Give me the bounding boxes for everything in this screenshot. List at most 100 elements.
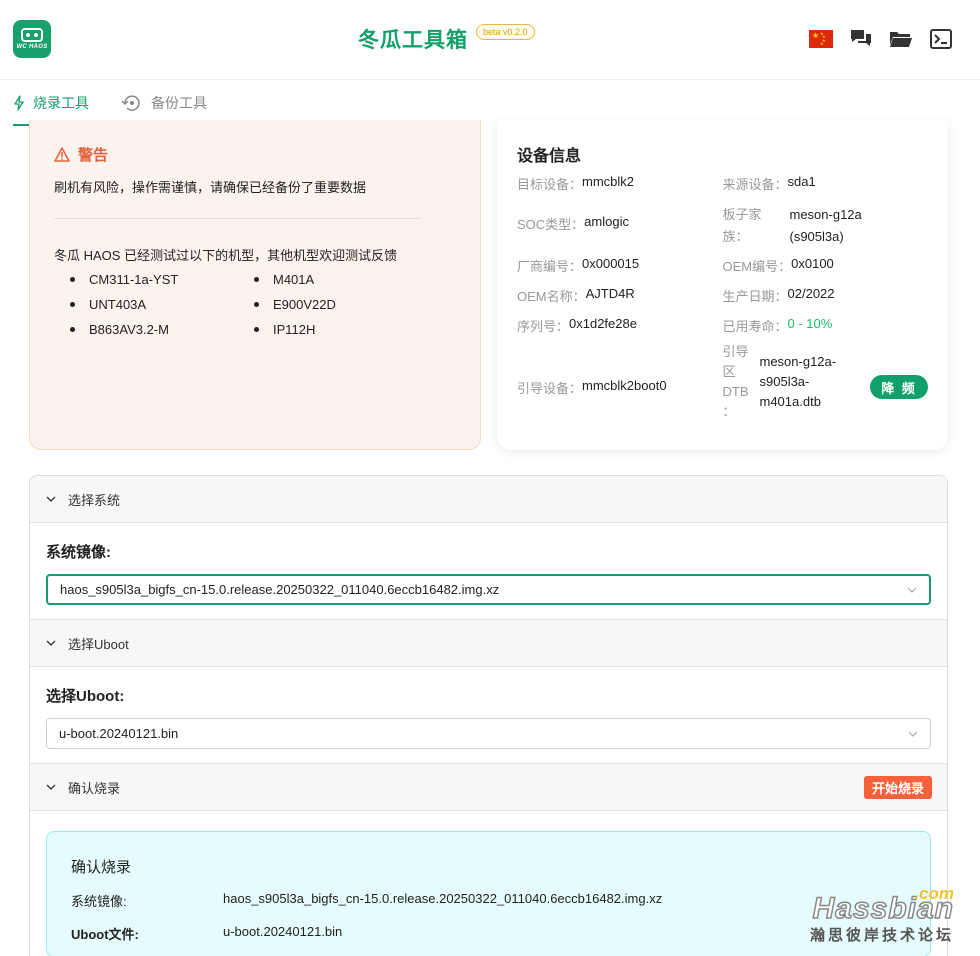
board-label: 族：: [722, 229, 749, 244]
select-value: u-boot.20240121.bin: [59, 726, 179, 741]
life-value: 0 - 10%: [787, 316, 833, 331]
serial-label: 序列号：: [517, 319, 570, 334]
section-header-uboot[interactable]: 选择Uboot: [30, 620, 947, 667]
confirm-image-label: 系统镜像:: [71, 894, 127, 909]
section-title: 确认烧录: [68, 780, 121, 796]
device-row: 序列号： 0x1d2fe28e 已用寿命： 0 - 10%: [517, 316, 928, 335]
source-value: sda1: [787, 174, 816, 189]
lightning-icon: [14, 95, 24, 111]
section-header-confirm[interactable]: 确认烧录 开始烧录: [30, 764, 947, 811]
dtb-value: meson-g12a-: [759, 354, 837, 369]
soc-label: SOC类型：: [517, 217, 585, 232]
date-label: 生产日期：: [722, 289, 788, 304]
folder-button[interactable]: [888, 27, 914, 51]
chevron-down-icon: [46, 640, 56, 646]
date-value: 02/2022: [787, 286, 835, 301]
confirm-row: Uboot文件: u-boot.20240121.bin: [71, 924, 906, 943]
app-header: WC HAOS 冬瓜工具箱 beta v0.2.0 ★ ★ ★ ★ ★: [0, 0, 980, 80]
oem-name-label: OEM名称：: [517, 289, 586, 304]
chevron-down-icon: [46, 496, 56, 502]
source-label: 来源设备：: [722, 177, 788, 192]
section-title: 选择系统: [68, 492, 121, 508]
confirm-image-value: haos_s905l3a_bigfs_cn-15.0.release.20250…: [223, 891, 663, 906]
system-image-label: 系统镜像:: [46, 544, 111, 561]
app-logo: WC HAOS: [13, 20, 51, 58]
device-info-card: 设备信息 目标设备： mmcblk2 来源设备： sda1 SOC类型： amlogi…: [497, 120, 948, 450]
boot-value: mmcblk2boot0: [582, 378, 667, 393]
warning-title: 警告: [78, 147, 109, 164]
dtb-label: 引导: [722, 344, 749, 359]
chat-button[interactable]: [848, 27, 874, 51]
oem-name-value: AJTD4R: [585, 286, 635, 301]
tested-models-text: 冬瓜 HAOS 已经测试过以下的机型，其他机型欢迎测试反馈: [54, 248, 398, 263]
app-title: 冬瓜工具箱: [358, 29, 468, 52]
device-row: 目标设备： mmcblk2 来源设备： sda1: [517, 174, 928, 193]
confirm-title: 确认烧录: [71, 859, 132, 876]
dtb-label: DTB: [722, 384, 749, 399]
dtb-label: ：: [722, 404, 736, 419]
title-wrap: 冬瓜工具箱 beta v0.2.0: [358, 24, 535, 54]
section-header-system[interactable]: 选择系统: [30, 476, 947, 523]
confirm-uboot-label: Uboot文件:: [71, 927, 139, 942]
serial-value: 0x1d2fe28e: [569, 316, 637, 331]
terminal-button[interactable]: [928, 27, 954, 51]
device-info-title: 设备信息: [517, 148, 582, 165]
watermark: .com Hassbian 瀚思彼岸技术论坛: [810, 884, 954, 945]
section-body-uboot: 选择Uboot: u-boot.20240121.bin: [30, 667, 947, 764]
vendor-value: 0x000015: [582, 256, 640, 271]
model-list: CM311-1a-YST M401A UNT403A E900V22D B863…: [54, 272, 456, 337]
vendor-label: 厂商编号：: [517, 259, 583, 274]
chevron-down-icon: [46, 784, 56, 790]
robot-icon: [21, 28, 43, 42]
logo-text: WC HAOS: [16, 44, 48, 50]
chat-icon: [851, 30, 871, 46]
dtb-value: s905l3a-: [759, 374, 810, 389]
list-item: E900V22D: [254, 297, 438, 312]
board-label: 板子家: [722, 207, 762, 222]
china-flag-icon: ★ ★ ★ ★ ★: [809, 30, 833, 48]
dtb-value: m401a.dtb: [759, 394, 821, 409]
chevron-down-icon: [907, 587, 917, 593]
dtb-label: 区: [722, 364, 736, 379]
device-row: 引导设备： mmcblk2boot0 引导 区 DTB ： meson-g12a-…: [517, 342, 928, 422]
board-value: meson-g12a: [789, 207, 862, 222]
start-flash-button[interactable]: 开始烧录: [863, 776, 932, 799]
device-row: 厂商编号： 0x000015 OEM编号： 0x0100: [517, 256, 928, 275]
warning-icon: [54, 147, 70, 162]
oem-id-value: 0x0100: [791, 256, 834, 271]
device-row: SOC类型： amlogic 板子家 族： meson-g12a (s905l3a…: [517, 204, 928, 248]
version-badge: beta v0.2.0: [476, 24, 535, 40]
boot-label: 引导设备：: [517, 381, 583, 396]
confirm-uboot-value: u-boot.20240121.bin: [223, 924, 343, 939]
list-item: CM311-1a-YST: [70, 272, 254, 287]
watermark-com: .com: [914, 884, 954, 903]
system-image-select[interactable]: haos_s905l3a_bigfs_cn-15.0.release.20250…: [46, 574, 931, 605]
list-item: IP112H: [254, 322, 438, 337]
list-item: UNT403A: [70, 297, 254, 312]
uboot-select[interactable]: u-boot.20240121.bin: [46, 718, 931, 749]
list-item: B863AV3.2-M: [70, 322, 254, 337]
chevron-down-icon: [908, 731, 918, 737]
language-button[interactable]: ★ ★ ★ ★ ★: [808, 27, 834, 51]
life-label: 已用寿命：: [722, 319, 788, 334]
soc-value: amlogic: [584, 214, 629, 229]
target-label: 目标设备：: [517, 177, 583, 192]
downclock-button[interactable]: 降 频: [870, 375, 928, 399]
board-value: (s905l3a): [789, 229, 844, 244]
oem-id-label: OEM编号：: [722, 259, 792, 274]
uboot-label: 选择Uboot:: [46, 688, 125, 705]
tab-label: 烧录工具: [33, 95, 89, 111]
divider: [54, 218, 420, 219]
tab-label: 备份工具: [151, 95, 207, 111]
warning-header: 警告: [54, 144, 456, 165]
confirm-box: 确认烧录 系统镜像: haos_s905l3a_bigfs_cn-15.0.re…: [46, 831, 931, 956]
folder-icon: [890, 32, 912, 47]
section-body-system: 系统镜像: haos_s905l3a_bigfs_cn-15.0.release…: [30, 523, 947, 620]
confirm-row: 系统镜像: haos_s905l3a_bigfs_cn-15.0.release…: [71, 891, 906, 910]
device-row: OEM名称： AJTD4R 生产日期： 02/2022: [517, 286, 928, 305]
target-value: mmcblk2: [582, 174, 635, 189]
list-item: M401A: [254, 272, 438, 287]
watermark-sub: 瀚思彼岸技术论坛: [809, 927, 954, 944]
terminal-icon: [930, 29, 952, 49]
backup-icon: [121, 95, 140, 111]
